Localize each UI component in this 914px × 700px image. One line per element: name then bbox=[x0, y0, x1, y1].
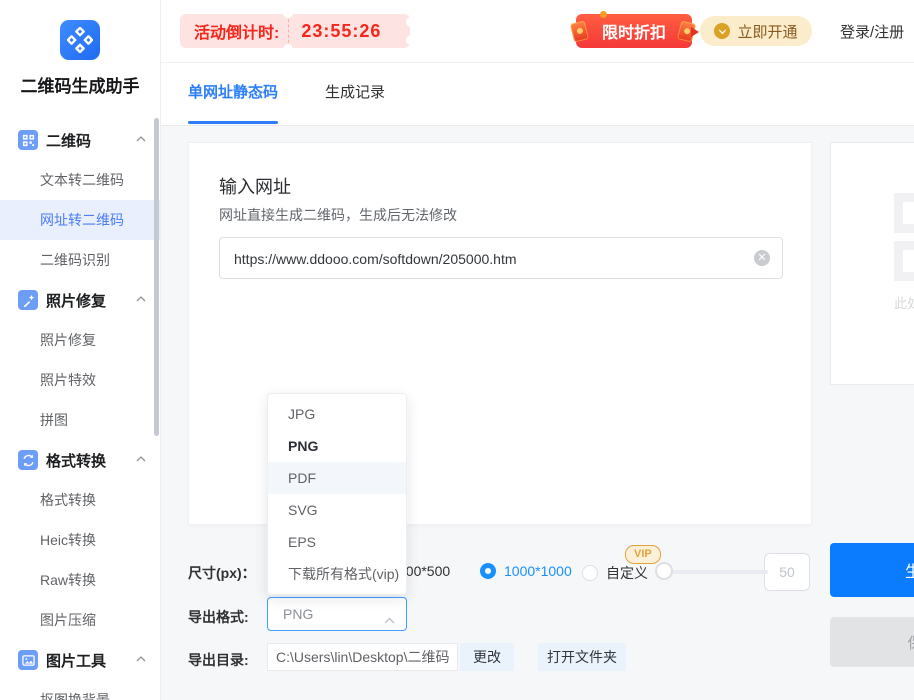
size-slider-handle[interactable] bbox=[655, 562, 673, 580]
app-window: 二维码生成助手 二维码 文本转二维码 网址转二维码 二维码识别 照片修复 照片修复 照片特效… bbox=[0, 0, 914, 700]
ticket-notch bbox=[406, 35, 416, 45]
image-tools-icon bbox=[18, 650, 38, 670]
sidebar-item[interactable]: 二维码识别 bbox=[0, 240, 160, 280]
qr-placeholder-icon bbox=[894, 241, 914, 281]
app-logo-icon bbox=[60, 20, 100, 60]
photo-repair-icon bbox=[18, 290, 38, 310]
chevron-up-icon[interactable] bbox=[136, 294, 146, 304]
sidebar-item[interactable]: 照片修复 bbox=[0, 320, 160, 360]
change-dir-button[interactable]: 更改 bbox=[460, 643, 514, 671]
countdown-ticket: 活动倒计时: 23:55:26 bbox=[180, 8, 416, 54]
panel-title: 输入网址 bbox=[219, 177, 291, 197]
preview-hint: 此处 bbox=[894, 296, 914, 311]
discount-label: 限时折扣 bbox=[601, 25, 666, 42]
sidebar-group-label: 格式转换 bbox=[46, 452, 107, 470]
dropdown-option[interactable]: JPG bbox=[268, 398, 406, 430]
sidebar-group-label: 图片工具 bbox=[46, 652, 107, 670]
sidebar-item[interactable]: 抠图换背景 bbox=[0, 680, 160, 700]
countdown-time: 23:55:26 bbox=[301, 20, 382, 41]
dropdown-option[interactable]: PDF bbox=[268, 462, 406, 494]
sidebar-group-label: 照片修复 bbox=[46, 292, 107, 310]
tab-2[interactable]: 生成记录 bbox=[325, 62, 385, 124]
export-format-select[interactable]: PNG bbox=[267, 597, 407, 631]
custom-size-input[interactable] bbox=[764, 553, 810, 591]
export-dir-label: 导出目录: bbox=[188, 652, 249, 668]
sidebar-group-label: 二维码 bbox=[46, 132, 92, 150]
radio-circle-icon bbox=[480, 563, 496, 579]
sidebar-scrollbar[interactable] bbox=[154, 118, 159, 436]
size-radio[interactable]: 1000*1000 bbox=[480, 563, 572, 579]
tab-1[interactable]: 单网址静态码 bbox=[188, 62, 279, 124]
tabbar: 单网址静态码 生成记录 bbox=[160, 62, 914, 126]
activate-label: 立即开通 bbox=[737, 23, 798, 41]
chevron-up-icon[interactable] bbox=[136, 454, 146, 464]
radio-label: 自定义 bbox=[606, 565, 648, 581]
dropdown-option[interactable]: SVG bbox=[268, 494, 406, 526]
sidebar-group-header[interactable]: 格式转换 bbox=[0, 440, 160, 480]
dropdown-option[interactable]: 下载所有格式(vip) bbox=[268, 558, 406, 590]
limited-discount-button[interactable]: 限时折扣 bbox=[569, 11, 699, 48]
size-radio[interactable]: 自定义 bbox=[582, 563, 648, 583]
chevron-up-icon bbox=[384, 611, 395, 629]
sidebar-item[interactable]: 图片压缩 bbox=[0, 600, 160, 640]
dropdown-option[interactable]: PNG bbox=[268, 430, 406, 462]
sidebar-item[interactable]: 网址转二维码 bbox=[0, 200, 160, 240]
ticket-notch bbox=[283, 44, 293, 54]
red-envelope-icon bbox=[569, 20, 590, 43]
countdown-label: 活动倒计时: bbox=[194, 25, 280, 42]
chevron-up-icon[interactable] bbox=[136, 134, 146, 144]
qr-preview-card: 此处 bbox=[830, 142, 914, 385]
format-convert-icon bbox=[18, 450, 38, 470]
sidebar-group-header[interactable]: 二维码 bbox=[0, 120, 160, 160]
format-dropdown-panel: JPG PNG PDF SVG EPS 下载所有格式(vip) bbox=[267, 393, 407, 595]
app-title: 二维码生成助手 bbox=[20, 77, 140, 96]
login-register-link[interactable]: 登录/注册 bbox=[840, 21, 904, 42]
ticket-divider bbox=[288, 14, 289, 48]
export-format-label: 导出格式: bbox=[188, 609, 249, 625]
export-format-value: PNG bbox=[283, 606, 314, 622]
open-folder-button[interactable]: 打开文件夹 bbox=[538, 643, 626, 671]
sidebar-item[interactable]: 格式转换 bbox=[0, 480, 160, 520]
chevron-up-icon[interactable] bbox=[136, 654, 146, 664]
sidebar-item[interactable]: 照片特效 bbox=[0, 360, 160, 400]
save-qr-button: 保存二维码 bbox=[830, 617, 914, 667]
qr-placeholder-icon bbox=[894, 193, 914, 233]
sidebar-item[interactable]: 文本转二维码 bbox=[0, 160, 160, 200]
size-row-label: 尺寸(px)： bbox=[188, 565, 256, 581]
generate-qr-button[interactable]: 生成二维码 bbox=[830, 543, 914, 597]
radio-circle-icon bbox=[582, 565, 598, 581]
url-input[interactable] bbox=[232, 238, 746, 280]
clear-input-icon[interactable]: ✕ bbox=[754, 250, 770, 266]
url-input-box: ✕ bbox=[219, 237, 783, 280]
sidebar-item[interactable]: Raw转换 bbox=[0, 560, 160, 600]
sparkle-dot-icon bbox=[600, 11, 607, 18]
sidebar-item[interactable]: Heic转换 bbox=[0, 520, 160, 560]
dropdown-option[interactable]: EPS bbox=[268, 526, 406, 558]
size-slider-track[interactable] bbox=[662, 570, 768, 574]
topbar: 活动倒计时: 23:55:26 限时折扣 立即开通 登录/注册 bbox=[160, 0, 914, 63]
ticket-notch bbox=[283, 8, 293, 18]
sidebar-nav: 二维码 文本转二维码 网址转二维码 二维码识别 照片修复 照片修复 照片特效 拼图 格式转换 格式… bbox=[0, 120, 160, 700]
sidebar: 二维码生成助手 二维码 文本转二维码 网址转二维码 二维码识别 照片修复 照片修复 照片特效… bbox=[0, 0, 161, 700]
sidebar-item[interactable]: 拼图 bbox=[0, 400, 160, 440]
panel-subtitle: 网址直接生成二维码，生成后无法修改 bbox=[219, 207, 457, 223]
radio-label: 1000*1000 bbox=[504, 563, 572, 579]
export-dir-input[interactable] bbox=[267, 643, 458, 671]
vip-badge-icon bbox=[714, 23, 731, 39]
vip-tag: VIP bbox=[625, 545, 661, 564]
arrow-right-icon bbox=[691, 27, 699, 37]
ticket-notch bbox=[406, 17, 416, 27]
qrcode-icon bbox=[18, 130, 38, 150]
sidebar-group-header[interactable]: 图片工具 bbox=[0, 640, 160, 680]
activate-vip-button[interactable]: 立即开通 bbox=[700, 16, 812, 46]
sidebar-group-header[interactable]: 照片修复 bbox=[0, 280, 160, 320]
